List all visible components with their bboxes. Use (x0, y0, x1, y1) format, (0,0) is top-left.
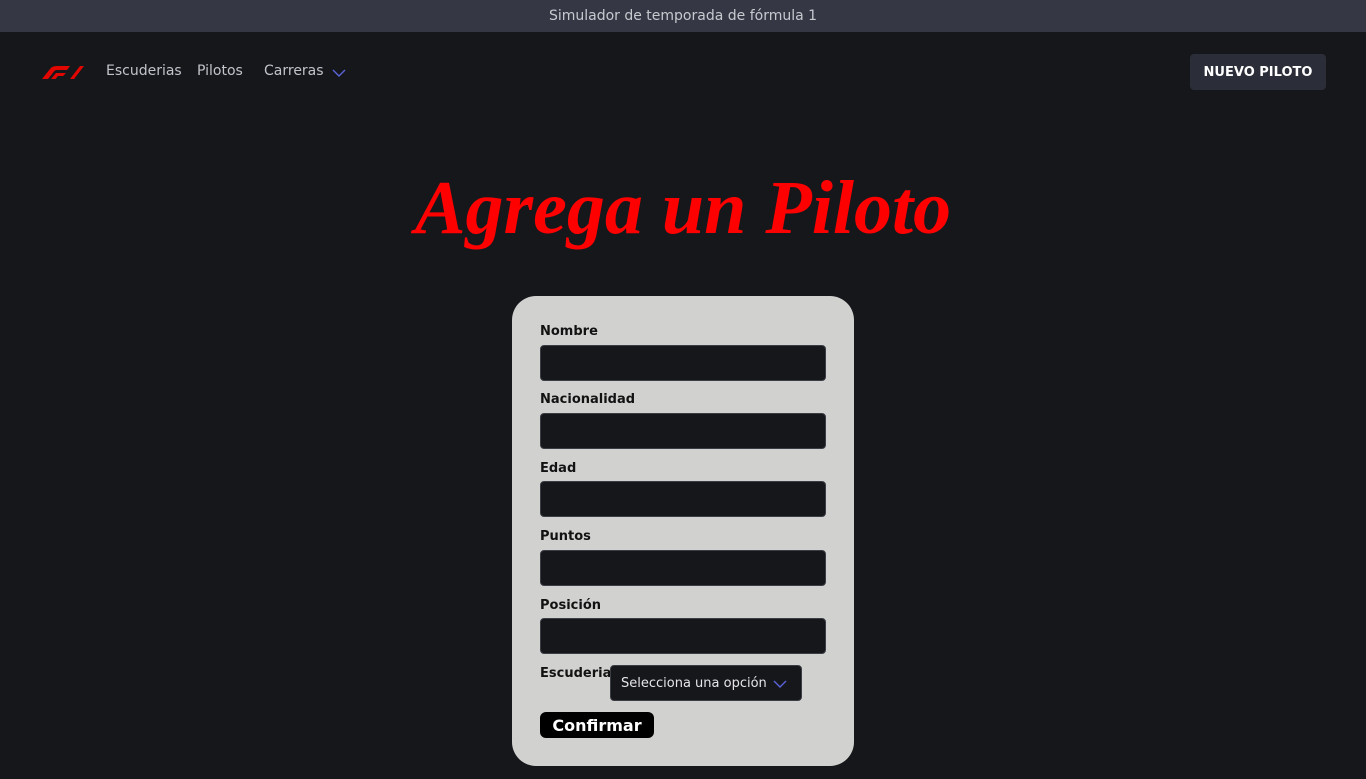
window-titlebar: Simulador de temporada de fórmula 1 (0, 0, 1366, 32)
nav-carreras-dropdown[interactable]: Carreras (264, 62, 346, 80)
posicion-input[interactable] (540, 618, 826, 654)
puntos-label: Puntos (540, 529, 591, 544)
nacionalidad-label: Nacionalidad (540, 392, 636, 407)
nav-escuderias[interactable]: Escuderias (106, 62, 182, 80)
escuderia-selected-value: Selecciona una opción (621, 675, 767, 691)
nombre-input[interactable] (540, 345, 826, 381)
nombre-label: Nombre (540, 324, 598, 339)
nav-pilotos[interactable]: Pilotos (197, 62, 243, 80)
edad-input[interactable] (540, 481, 826, 517)
chevron-down-icon (332, 69, 346, 77)
edad-label: Edad (540, 461, 577, 476)
posicion-label: Posición (540, 598, 602, 613)
chevron-down-icon (773, 680, 787, 688)
escuderia-label: Escuderia (540, 666, 612, 681)
confirmar-button[interactable]: Confirmar (540, 712, 654, 738)
nacionalidad-input[interactable] (540, 413, 826, 449)
window-title: Simulador de temporada de fórmula 1 (548, 8, 818, 24)
escuderia-select[interactable]: Selecciona una opción (610, 665, 802, 701)
f1-logo-icon[interactable] (40, 65, 84, 79)
puntos-input[interactable] (540, 550, 826, 586)
nav-carreras-label: Carreras (264, 63, 324, 79)
add-driver-form: Nombre Nacionalidad Edad Puntos Posición… (512, 296, 854, 766)
page-title: Agrega un Piloto (414, 166, 952, 250)
navbar: Escuderias Pilotos Carreras NUEVO PILOTO (0, 32, 1366, 112)
nuevo-piloto-button[interactable]: NUEVO PILOTO (1190, 54, 1326, 90)
